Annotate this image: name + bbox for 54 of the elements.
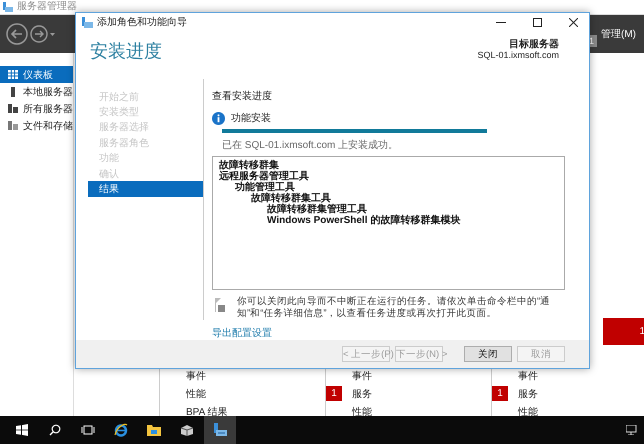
sidebar-item[interactable]: 所有服务器 [0,100,73,117]
page-heading: 安装进度 [90,40,162,63]
dialog-title: 添加角色和功能向导 [97,16,187,29]
alert-badge: 1 [326,386,342,401]
search-icon [49,424,61,436]
network-icon[interactable] [626,425,638,435]
tile-item[interactable]: 事件 [186,368,206,382]
result-item: 远程服务器管理工具 [219,170,310,182]
tile-item[interactable]: 事件 [518,368,538,382]
section-title: 查看安装进度 [212,90,273,103]
alert-badge: 1 [492,386,508,401]
box-icon [180,424,194,436]
result-item: 故障转移群集 [219,160,279,171]
tile-item[interactable]: 服务 [518,386,538,400]
server-icon [8,86,18,96]
result-item: Windows PowerShell 的故障转移群集模块 [267,214,462,226]
target-label: 目标服务器 [509,39,559,50]
app-title: 服务器管理器 [17,2,77,12]
result-item: 功能管理工具 [235,182,295,193]
tile-item[interactable]: 性能 [352,404,372,418]
info-icon [212,112,225,124]
sidebar-item[interactable]: 仪表板 [0,66,73,83]
tile-item[interactable]: 性能 [186,386,206,400]
sidebar-item[interactable]: 文件和存储 [0,117,73,134]
result-item: 故障转移群集管理工具 [267,204,368,215]
tile-item[interactable]: 性能 [518,404,538,418]
export-link[interactable]: 导出配置设置 [212,326,565,340]
browser-icon [114,423,128,437]
close-icon [568,18,578,26]
grid-icon [8,70,18,79]
note-text: 你可以关闭此向导而不中断正在运行的任务。请依次单击命令栏中的“通知”和“任务详细信息”，以查看任务进度或再次打开此页面。 [237,296,552,320]
storage-icon [8,121,18,130]
dialog-button[interactable]: 关闭 [464,346,512,362]
windows-logo-icon [16,424,28,436]
tile-item[interactable]: 服务 [352,386,372,400]
back-icon[interactable] [6,23,28,45]
folder-icon [147,424,161,436]
wizard-step[interactable]: 结果 [88,181,203,197]
server-manager-icon [213,423,227,437]
server-manager-icon [3,2,13,12]
server-manager-icon [82,16,93,28]
note-icon [215,298,225,312]
sidebar-item[interactable]: 本地服务器 [0,83,73,100]
task-title: 功能安装 [231,112,271,125]
result-item: 故障转移群集工具 [251,192,331,204]
maximize-icon [532,18,542,26]
task-view-icon [81,425,95,435]
status-text: 已在 SQL-01.ixmsoft.com 上安装成功。 [222,138,400,152]
tile-item[interactable]: 事件 [352,368,372,382]
tile-item[interactable]: BPA 结果 [186,404,228,418]
manage-menu[interactable]: 管理(M) [601,27,636,41]
forward-icon[interactable] [30,25,56,43]
target-server: SQL-01.ixmsoft.com [477,50,559,61]
servers-icon [8,104,18,113]
